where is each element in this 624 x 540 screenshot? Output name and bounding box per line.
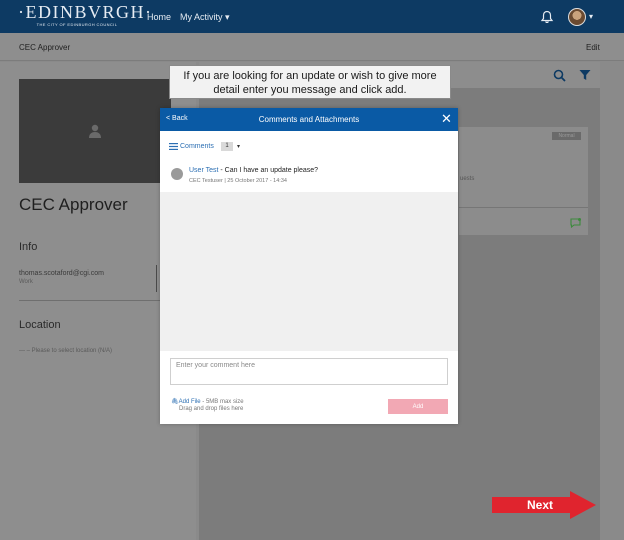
bell-icon[interactable]: [540, 10, 554, 24]
comments-tab[interactable]: Comments: [180, 143, 214, 150]
logo-wordmark: ·EDINBVRGH·: [18, 2, 153, 22]
email-type-label: Work: [19, 279, 33, 285]
top-navigation-bar: ·EDINBVRGH· THE CITY OF EDINBURGH COUNCI…: [0, 0, 624, 33]
profile-name: CEC Approver: [19, 195, 128, 214]
nav-my-activity-label: My Activity: [180, 12, 223, 22]
city-logo[interactable]: ·EDINBVRGH· THE CITY OF EDINBURGH COUNCI…: [18, 2, 153, 29]
request-card[interactable]: [459, 127, 588, 235]
modal-title: Comments and Attachments: [258, 115, 360, 124]
page-subheader: CEC Approver Edit: [0, 33, 624, 61]
comment-item: User Test - Can I have an update please?…: [160, 162, 458, 192]
comment-body: - Can I have an update please?: [218, 167, 319, 174]
chevron-down-icon: ▾: [225, 12, 230, 22]
modal-header: < Back Comments and Attachments ✕: [160, 108, 458, 131]
search-icon[interactable]: [553, 69, 566, 82]
location-value: — – Please to select location (N/A): [19, 348, 113, 354]
profile-email[interactable]: thomas.scotaford@cgi.com: [19, 270, 104, 277]
person-icon: [89, 124, 101, 138]
comment-meta: CEC Testuser | 25 October 2017 - 14:34: [189, 178, 287, 184]
user-avatar[interactable]: [568, 8, 586, 26]
divider: [19, 300, 179, 301]
add-file-label: Add File: [178, 399, 201, 405]
paperclip-icon: 🖇: [171, 399, 179, 405]
divider: [156, 265, 157, 292]
info-heading: Info: [19, 241, 38, 253]
divider: [459, 207, 588, 208]
file-size-limit: - 5MB max size: [200, 399, 244, 405]
list-icon: [169, 143, 178, 150]
comments-modal: < Back Comments and Attachments ✕ Commen…: [160, 108, 458, 424]
add-file-link[interactable]: 🖇Add File - 5MB max size: [171, 398, 244, 405]
close-icon[interactable]: ✕: [441, 112, 452, 126]
profile-photo-placeholder: [19, 79, 171, 183]
chevron-down-icon[interactable]: ▾: [589, 12, 593, 21]
tutorial-callout: If you are looking for an update or wish…: [169, 65, 451, 99]
chevron-down-icon[interactable]: ▾: [237, 143, 240, 150]
comment-icon[interactable]: [570, 218, 581, 228]
edit-link[interactable]: Edit: [586, 43, 600, 52]
card-text: uests: [460, 176, 475, 182]
drag-drop-hint[interactable]: Drag and drop files here: [179, 406, 243, 412]
next-label: Next: [526, 498, 553, 512]
comment-input[interactable]: [170, 358, 448, 385]
comment-composer: 🖇Add File - 5MB max size Drag and drop f…: [160, 351, 458, 424]
add-comment-button[interactable]: Add: [388, 399, 448, 414]
commenter-avatar: [171, 168, 183, 180]
nav-home-link[interactable]: Home: [147, 12, 171, 22]
nav-my-activity-menu[interactable]: My Activity ▾: [180, 12, 230, 23]
page-title: CEC Approver: [19, 43, 71, 52]
comments-toolbar: Comments 1 ▾: [160, 131, 458, 162]
status-badge: Normal: [552, 132, 581, 140]
next-arrow-button[interactable]: Next: [492, 491, 596, 519]
location-heading: Location: [19, 319, 61, 331]
comment-text: User Test - Can I have an update please?: [189, 167, 318, 174]
comment-author[interactable]: User Test: [189, 167, 218, 174]
filter-icon[interactable]: [579, 69, 591, 81]
logo-subtitle: THE CITY OF EDINBURGH COUNCIL: [36, 22, 118, 27]
comments-count-badge: 1: [221, 142, 233, 151]
